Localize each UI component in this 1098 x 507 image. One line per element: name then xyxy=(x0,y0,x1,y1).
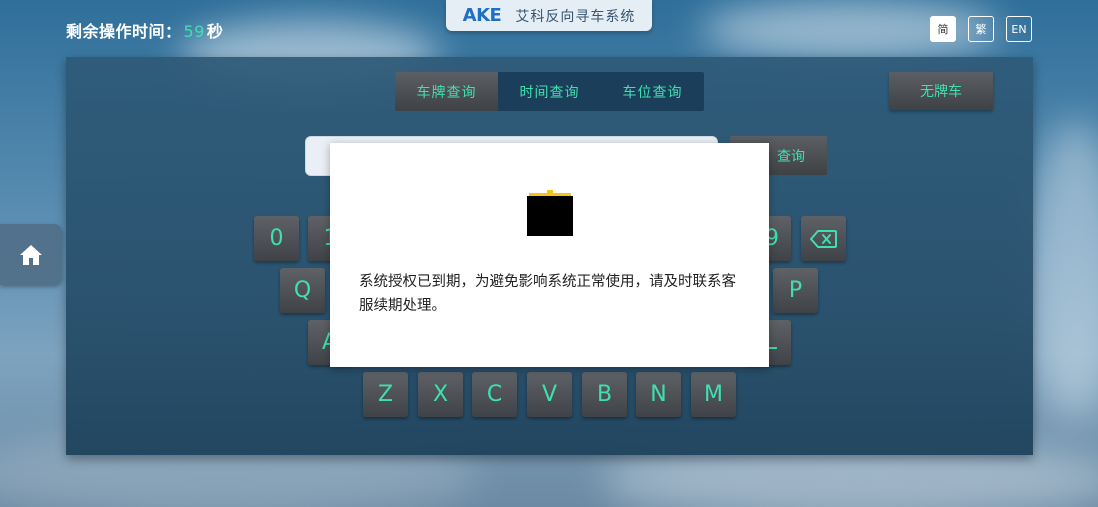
brand-logo: AKE xyxy=(462,5,502,26)
home-icon xyxy=(20,244,42,265)
brand-header: AKE 艾科反向寻车系统 xyxy=(446,0,652,31)
lang-traditional-button[interactable]: 繁 xyxy=(968,16,994,42)
lang-english-button[interactable]: EN xyxy=(1006,16,1032,42)
timer-label: 剩余操作时间： xyxy=(66,22,182,41)
tab-plate-query[interactable]: 车牌查询 xyxy=(395,72,498,111)
key-b[interactable]: B xyxy=(582,372,627,417)
license-expired-dialog: 系统授权已到期，为避免影响系统正常使用，请及时联系客服续期处理。 xyxy=(330,143,769,367)
key-z[interactable]: Z xyxy=(363,372,408,417)
home-button[interactable] xyxy=(0,224,62,285)
key-q[interactable]: Q xyxy=(280,268,325,313)
key-0[interactable]: 0 xyxy=(254,216,299,261)
no-plate-button[interactable]: 无牌车 xyxy=(889,72,993,110)
dialog-message: 系统授权已到期，为避免影响系统正常使用，请及时联系客服续期处理。 xyxy=(359,274,736,314)
key-m[interactable]: M xyxy=(691,372,736,417)
timer-seconds: 59 xyxy=(183,22,205,41)
key-n[interactable]: N xyxy=(636,372,681,417)
tab-space-query[interactable]: 车位查询 xyxy=(601,72,704,111)
query-tabs: 车牌查询 时间查询 车位查询 xyxy=(395,72,704,111)
lang-simplified-button[interactable]: 简 xyxy=(930,16,956,42)
backspace-key[interactable] xyxy=(801,216,846,261)
countdown-timer: 剩余操作时间： 59 秒 xyxy=(66,18,223,42)
key-x[interactable]: X xyxy=(418,372,463,417)
key-c[interactable]: C xyxy=(472,372,517,417)
tab-time-query[interactable]: 时间查询 xyxy=(498,72,601,111)
key-p[interactable]: P xyxy=(773,268,818,313)
key-v[interactable]: V xyxy=(527,372,572,417)
warning-icon xyxy=(527,190,573,236)
brand-name: 艾科反向寻车系统 xyxy=(515,8,636,25)
timer-unit: 秒 xyxy=(206,22,224,41)
backspace-icon xyxy=(809,229,837,248)
language-switcher: 简 繁 EN xyxy=(930,16,1032,42)
